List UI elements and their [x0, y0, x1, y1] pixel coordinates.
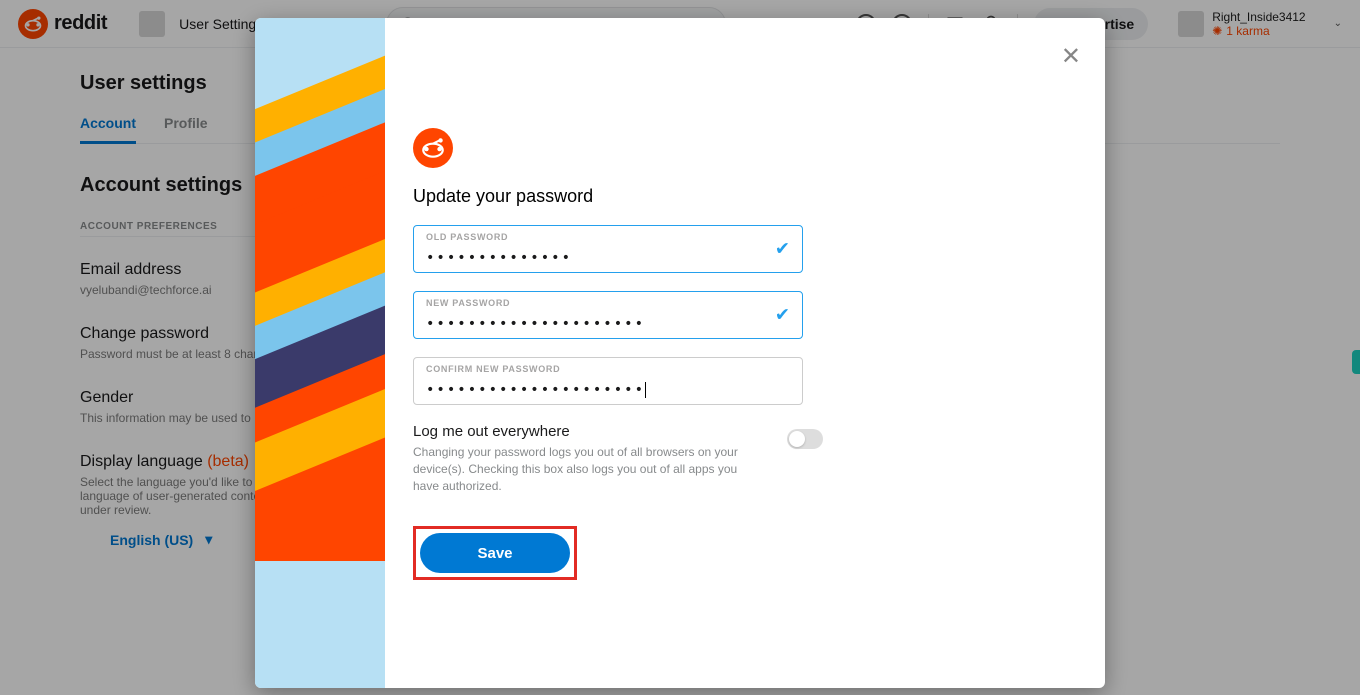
logout-everywhere-row: Log me out everywhere Changing your pass… — [413, 423, 823, 494]
old-password-label: OLD PASSWORD — [426, 232, 508, 242]
reddit-icon — [413, 128, 453, 168]
save-highlight: Save — [413, 526, 577, 580]
text-cursor — [645, 382, 646, 398]
new-password-label: NEW PASSWORD — [426, 298, 510, 308]
check-icon: ✔ — [775, 239, 790, 260]
check-icon: ✔ — [775, 305, 790, 326]
modal-title: Update your password — [413, 186, 1077, 207]
old-password-field[interactable]: OLD PASSWORD •••••••••••••• ✔ — [413, 225, 803, 273]
confirm-password-value: ••••••••••••••••••••• — [426, 382, 646, 398]
old-password-value: •••••••••••••• — [426, 250, 572, 266]
logout-everywhere-toggle[interactable] — [787, 429, 823, 449]
close-icon[interactable]: ✕ — [1061, 42, 1081, 71]
logout-title: Log me out everywhere — [413, 423, 747, 440]
modal-body: ✕ Update your password OLD PASSWORD ••••… — [385, 18, 1105, 688]
confirm-password-label: CONFIRM NEW PASSWORD — [426, 364, 560, 374]
confirm-password-field[interactable]: CONFIRM NEW PASSWORD •••••••••••••••••••… — [413, 357, 803, 405]
new-password-field[interactable]: NEW PASSWORD ••••••••••••••••••••• ✔ — [413, 291, 803, 339]
update-password-modal: ✕ Update your password OLD PASSWORD ••••… — [255, 18, 1105, 688]
new-password-value: ••••••••••••••••••••• — [426, 316, 645, 332]
confirm-password-dots: ••••••••••••••••••••• — [426, 382, 645, 398]
save-button[interactable]: Save — [420, 533, 570, 573]
modal-art — [255, 18, 385, 688]
logout-sub: Changing your password logs you out of a… — [413, 444, 747, 494]
